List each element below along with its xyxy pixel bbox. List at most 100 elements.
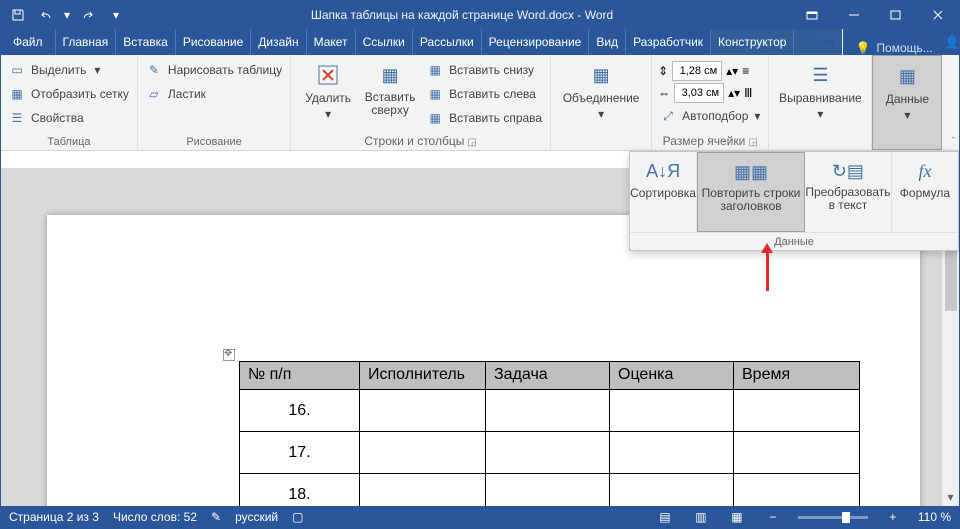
maximize-icon[interactable]: [875, 1, 917, 29]
th-task[interactable]: Задача: [486, 362, 610, 390]
status-language[interactable]: русский: [235, 510, 278, 524]
cell[interactable]: [734, 390, 860, 432]
th-grade[interactable]: Оценка: [610, 362, 734, 390]
cmd-align[interactable]: ☰ Выравнивание▾: [775, 57, 865, 121]
cell[interactable]: [486, 474, 610, 507]
cell[interactable]: [360, 474, 486, 507]
th-time[interactable]: Время: [734, 362, 860, 390]
distribute-cols-icon[interactable]: Ⅲ: [744, 86, 752, 100]
tab-layout[interactable]: Макет: [307, 29, 356, 55]
group-draw: ✎Нарисовать таблицу ▱Ластик Рисование: [138, 55, 291, 150]
collapse-ribbon-icon[interactable]: ˆ: [951, 136, 955, 148]
qa-dropdown-icon[interactable]: ▾: [61, 3, 73, 27]
ribbon-options-icon[interactable]: [791, 1, 833, 29]
cell[interactable]: [610, 432, 734, 474]
th-number[interactable]: № п/п: [240, 362, 360, 390]
launcher-icon[interactable]: ◲: [467, 137, 476, 148]
cmd-properties[interactable]: ☰Свойства: [7, 107, 131, 129]
page[interactable]: № п/п Исполнитель Задача Оценка Время 16…: [47, 215, 920, 506]
view-read-icon[interactable]: ▤: [654, 506, 676, 528]
launcher-icon[interactable]: ◲: [748, 137, 757, 148]
cmd-merge[interactable]: ▦ Объединение▾: [557, 57, 645, 121]
cmd-insert-above-label: Вставить сверху: [359, 91, 421, 117]
cmd-insert-above[interactable]: ▦ Вставить сверху: [359, 57, 421, 129]
table-row[interactable]: 16.: [240, 390, 860, 432]
table-row[interactable]: 17.: [240, 432, 860, 474]
tab-developer[interactable]: Разработчик: [626, 29, 711, 55]
cell[interactable]: [486, 390, 610, 432]
cell[interactable]: [734, 432, 860, 474]
status-proofing-icon[interactable]: ✎: [211, 510, 221, 524]
stepper-icon[interactable]: ▴▾: [726, 64, 738, 78]
table-move-handle-icon[interactable]: [223, 349, 235, 361]
tab-design[interactable]: Дизайн: [251, 29, 306, 55]
cell[interactable]: [734, 474, 860, 507]
tab-file[interactable]: Файл: [1, 29, 56, 55]
share-button[interactable]: 👤Поделиться: [933, 29, 960, 55]
cmd-draw-table[interactable]: ✎Нарисовать таблицу: [144, 59, 284, 81]
cell[interactable]: [610, 474, 734, 507]
close-icon[interactable]: [917, 1, 959, 29]
cmd-formula[interactable]: fx Формула: [892, 152, 958, 232]
view-print-icon[interactable]: ▥: [690, 506, 712, 528]
stepper-icon[interactable]: ▴▾: [728, 86, 740, 100]
cmd-delete-label: Удалить: [305, 91, 351, 105]
cell-number[interactable]: 17.: [240, 432, 360, 474]
undo-icon[interactable]: [33, 3, 59, 27]
tab-references[interactable]: Ссылки: [356, 29, 413, 55]
zoom-in-icon[interactable]: +: [882, 506, 904, 528]
cmd-gridlines[interactable]: ▦Отобразить сетку: [7, 83, 131, 105]
cmd-delete[interactable]: Удалить▾: [297, 57, 359, 129]
window-title: Шапка таблицы на каждой странице Word.do…: [133, 8, 791, 22]
distribute-rows-icon[interactable]: ≡: [742, 64, 749, 78]
tab-insert[interactable]: Вставка: [116, 29, 176, 55]
status-words[interactable]: Число слов: 52: [113, 510, 197, 524]
document-table[interactable]: № п/п Исполнитель Задача Оценка Время 16…: [239, 361, 860, 506]
row-height-input[interactable]: [672, 61, 722, 81]
tab-table-design[interactable]: Конструктор: [711, 29, 794, 55]
cmd-convert-text[interactable]: ↻▤ Преобразовать в текст: [805, 152, 892, 232]
zoom-slider[interactable]: [798, 516, 868, 519]
status-page[interactable]: Страница 2 из 3: [9, 510, 99, 524]
redo-icon[interactable]: [75, 3, 101, 27]
tab-table-layout[interactable]: Макет: [794, 29, 843, 55]
customize-qa-icon[interactable]: ▾: [103, 3, 129, 27]
minimize-icon[interactable]: [833, 1, 875, 29]
cell[interactable]: [360, 432, 486, 474]
zoom-value[interactable]: 110 %: [918, 510, 951, 524]
tab-view[interactable]: Вид: [589, 29, 626, 55]
table-row[interactable]: 18.: [240, 474, 860, 507]
cmd-select-label: Выделить: [31, 63, 86, 77]
view-web-icon[interactable]: ▦: [726, 506, 748, 528]
repeat-header-icon: ▦▦: [738, 159, 764, 185]
th-executor[interactable]: Исполнитель: [360, 362, 486, 390]
cmd-select[interactable]: ▭Выделить▾: [7, 59, 131, 81]
tab-draw[interactable]: Рисование: [176, 29, 251, 55]
status-macro-icon[interactable]: ▢: [292, 510, 303, 524]
cmd-insert-right[interactable]: ▦Вставить справа: [425, 107, 544, 129]
tab-mailings[interactable]: Рассылки: [413, 29, 482, 55]
cell[interactable]: [360, 390, 486, 432]
cell[interactable]: [610, 390, 734, 432]
merge-icon: ▦: [587, 61, 615, 89]
cell-number[interactable]: 16.: [240, 390, 360, 432]
cell-number[interactable]: 18.: [240, 474, 360, 507]
group-rows-cols-label: Строки и столбцы ◲: [297, 134, 544, 150]
cmd-autofit[interactable]: ⤢Автоподбор▾: [658, 105, 762, 127]
table-header-row[interactable]: № п/п Исполнитель Задача Оценка Время: [240, 362, 860, 390]
tab-review[interactable]: Рецензирование: [482, 29, 590, 55]
cmd-sort[interactable]: А↓Я Сортировка: [630, 152, 697, 232]
save-icon[interactable]: [5, 3, 31, 27]
cmd-data[interactable]: ▦ Данные▾: [879, 58, 935, 122]
tab-home[interactable]: Главная: [56, 29, 117, 55]
col-width-input[interactable]: [674, 83, 724, 103]
cmd-insert-left[interactable]: ▦Вставить слева: [425, 83, 544, 105]
cmd-insert-below[interactable]: ▦Вставить снизу: [425, 59, 544, 81]
zoom-thumb[interactable]: [842, 512, 850, 523]
cmd-repeat-headers[interactable]: ▦▦ Повторить строки заголовков: [697, 152, 805, 232]
cell[interactable]: [486, 432, 610, 474]
scroll-down-icon[interactable]: ▾: [942, 488, 959, 506]
cmd-eraser[interactable]: ▱Ластик: [144, 83, 284, 105]
tell-me[interactable]: 💡Помощь...: [843, 41, 932, 55]
zoom-out-icon[interactable]: −: [762, 506, 784, 528]
